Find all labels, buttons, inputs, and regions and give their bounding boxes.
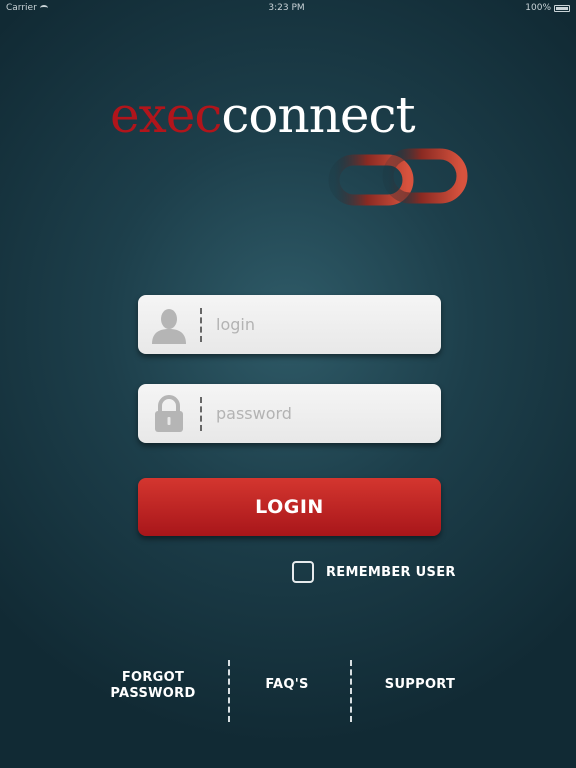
password-field[interactable] [138,384,441,443]
footer-nav: FORGOT PASSWORD FAQ'S SUPPORT [0,660,576,722]
faq-link[interactable]: FAQ'S [232,677,342,693]
chain-link-icon [328,148,468,206]
remember-user-checkbox[interactable] [292,561,314,583]
login-button[interactable]: LOGIN [138,478,441,536]
battery-icon [554,4,570,12]
battery-percent: 100% [525,3,551,13]
wifi-icon [39,5,48,11]
logo-wordmark: execconnect [110,90,470,140]
support-link[interactable]: SUPPORT [360,677,480,693]
field-divider [200,307,202,342]
logo-connect-text: connect [221,86,415,144]
forgot-password-link[interactable]: FORGOT PASSWORD [96,670,210,702]
login-field[interactable] [138,295,441,354]
lock-icon [155,394,183,432]
logo-exec-text: exec [110,86,222,144]
user-icon-wrap [138,295,200,354]
status-left: Carrier [6,3,48,13]
lock-icon-wrap [138,384,200,443]
footer-divider [350,660,352,722]
user-icon [152,308,186,344]
carrier-label: Carrier [6,3,37,13]
status-right: 100% [525,3,570,13]
field-divider [200,396,202,431]
app-logo: execconnect [110,90,470,220]
status-bar: Carrier 3:23 PM 100% [0,0,576,16]
forgot-password-line2: PASSWORD [110,686,196,701]
remember-user[interactable]: REMEMBER USER [292,561,456,583]
remember-user-label: REMEMBER USER [326,564,456,580]
username-input[interactable] [216,304,441,345]
status-time: 3:23 PM [268,3,305,13]
forgot-password-line1: FORGOT [121,670,185,685]
password-input[interactable] [216,393,441,434]
footer-divider [228,660,230,722]
